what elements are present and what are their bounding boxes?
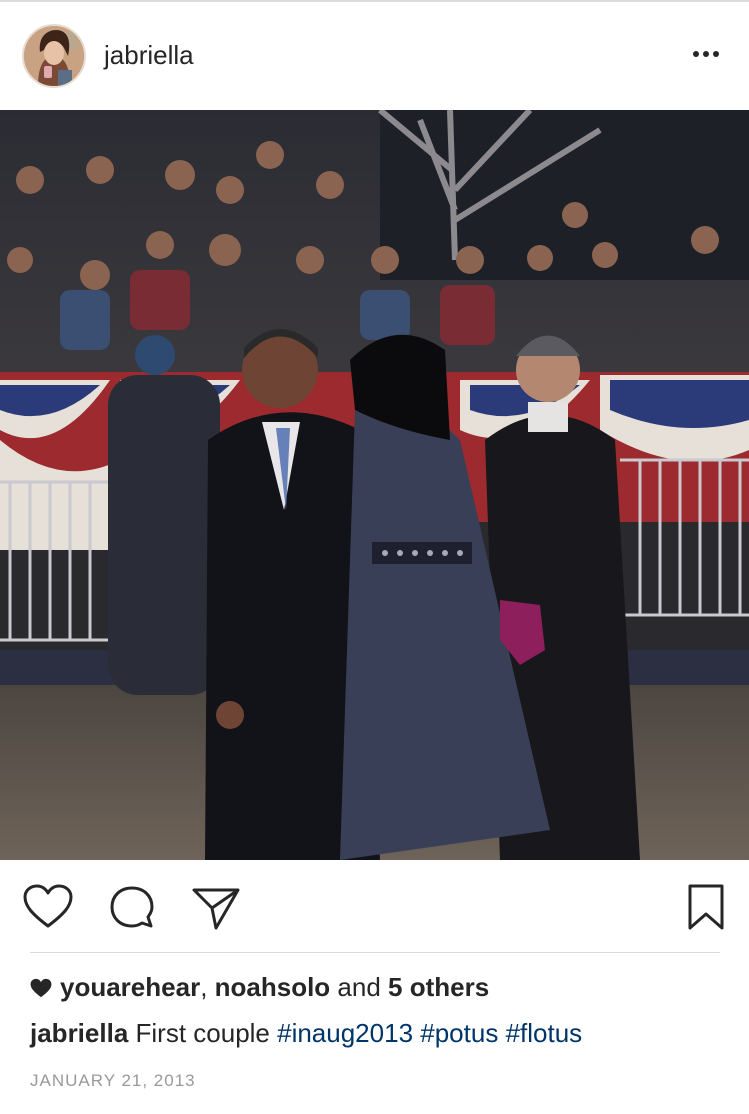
post-header: jabriella bbox=[0, 2, 749, 110]
comment-bubble-icon[interactable] bbox=[106, 882, 158, 932]
liker-youarehear[interactable]: youarehear bbox=[60, 972, 200, 1002]
caption-text: First couple bbox=[128, 1018, 278, 1048]
avatar-image bbox=[24, 26, 84, 86]
filled-heart-icon bbox=[30, 978, 52, 998]
caption-username[interactable]: jabriella bbox=[30, 1018, 128, 1048]
avatar[interactable] bbox=[22, 24, 86, 88]
likes-and-text: and bbox=[330, 972, 389, 1002]
hashtag-potus[interactable]: #potus bbox=[420, 1018, 498, 1048]
post-photo[interactable] bbox=[0, 110, 749, 860]
heart-icon[interactable] bbox=[22, 882, 74, 932]
hashtag-inaug2013[interactable]: #inaug2013 bbox=[277, 1018, 413, 1048]
likes-separator: , bbox=[200, 972, 215, 1002]
likes-summary: youarehear, noahsolo and 5 others bbox=[30, 972, 489, 1003]
liker-noahsolo[interactable]: noahsolo bbox=[215, 972, 331, 1002]
post-caption: jabriella First couple #inaug2013 #potus… bbox=[30, 1018, 582, 1049]
post-photo-image bbox=[0, 110, 749, 860]
actions-divider bbox=[30, 952, 720, 953]
post-date: JANUARY 21, 2013 bbox=[30, 1071, 196, 1090]
bookmark-icon[interactable] bbox=[680, 882, 732, 932]
more-dots-icon[interactable] bbox=[690, 42, 722, 66]
post-username[interactable]: jabriella bbox=[104, 40, 194, 71]
hashtag-flotus[interactable]: #flotus bbox=[506, 1018, 583, 1048]
likes-others-link[interactable]: 5 others bbox=[388, 972, 489, 1002]
paper-plane-icon[interactable] bbox=[190, 882, 242, 932]
post-actions bbox=[0, 860, 749, 952]
